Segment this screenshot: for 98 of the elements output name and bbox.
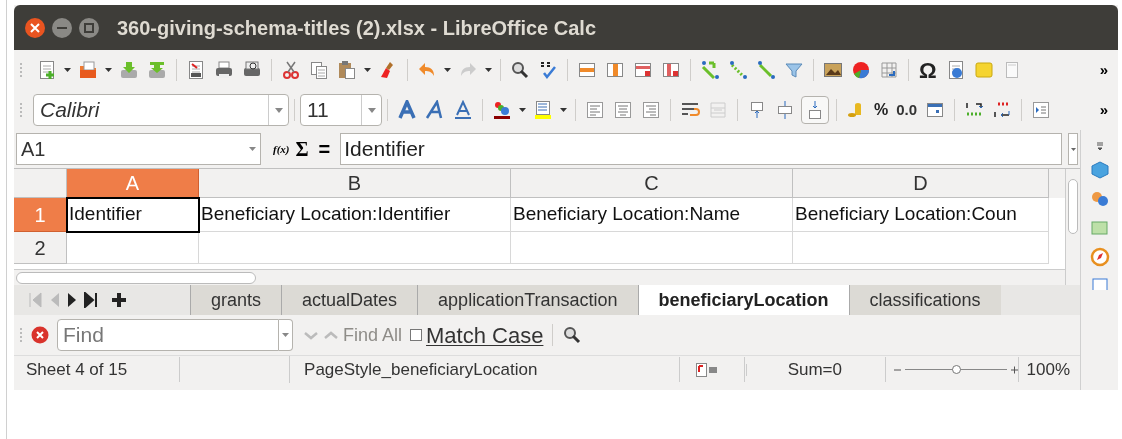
zoom-in-icon[interactable]: [1010, 365, 1018, 374]
merge-cells-icon[interactable]: [708, 100, 728, 120]
font-name-field[interactable]: Calibri: [33, 94, 289, 126]
font-color-icon[interactable]: [492, 100, 512, 120]
column-header[interactable]: B: [199, 169, 511, 198]
pdf-document-icon[interactable]: [186, 60, 206, 80]
highlight-color-icon[interactable]: [533, 100, 553, 120]
font-italic-icon[interactable]: [425, 100, 445, 120]
dropdown-caret-icon[interactable]: [105, 68, 112, 72]
new-spreadsheet-icon[interactable]: [37, 60, 57, 80]
close-icon[interactable]: [24, 16, 46, 39]
page-style-label: PageStyle_beneficiaryLocation: [290, 356, 681, 383]
spellcheck-icon[interactable]: [538, 60, 558, 80]
column-header[interactable]: D: [793, 169, 1049, 198]
copy-icon[interactable]: [309, 60, 329, 80]
table-cell: Beneficiary Location:Identifier: [199, 198, 511, 232]
dropdown-caret-icon: [282, 333, 289, 337]
align-center-icon[interactable]: [613, 100, 633, 120]
dropdown-caret-icon[interactable]: [560, 108, 567, 112]
window-title: 360-giving-schema-titles (2).xlsx - LibreOffice Calc: [117, 15, 597, 41]
formula-input[interactable]: Identifier: [340, 133, 1062, 165]
last-sheet-icon[interactable]: [84, 292, 98, 308]
zoom-percent-label[interactable]: 100%: [1017, 356, 1080, 383]
sheet-tab[interactable]: actualDates: [281, 285, 418, 315]
column-header[interactable]: C: [511, 169, 793, 198]
sort-ascending-icon[interactable]: [700, 60, 720, 80]
sort-icon[interactable]: [756, 60, 776, 80]
toggle-button[interactable]: [801, 96, 829, 124]
horizontal-scrollbar[interactable]: [16, 271, 256, 284]
align-right-icon[interactable]: [641, 100, 661, 120]
table-cell: Identifier: [67, 198, 199, 232]
zoom-slider[interactable]: [894, 363, 1018, 376]
properties-cube-icon[interactable]: [1089, 160, 1110, 180]
folder-icon[interactable]: [78, 60, 98, 80]
name-box[interactable]: A1: [16, 133, 261, 165]
next-sheet-icon[interactable]: [66, 292, 78, 308]
paste-icon[interactable]: [337, 60, 357, 80]
compass-icon[interactable]: [1089, 247, 1110, 267]
dropdown-caret-icon[interactable]: [485, 68, 492, 72]
decimal-format-button[interactable]: 0.0: [896, 98, 918, 122]
dropdown-caret-icon: [367, 107, 376, 113]
calendar-icon[interactable]: [925, 100, 946, 120]
insert-row-icon[interactable]: [577, 60, 597, 80]
row-header[interactable]: 2: [14, 232, 67, 264]
zoom-slider-thumb[interactable]: [951, 365, 961, 374]
save-icon[interactable]: [119, 60, 139, 80]
sum-button[interactable]: Σ: [295, 134, 309, 164]
sheet-tab[interactable]: grants: [190, 285, 282, 315]
dropdown-caret-icon[interactable]: [364, 68, 371, 72]
toolbar-overflow-button[interactable]: »: [1099, 98, 1108, 122]
font-size-field[interactable]: 11: [300, 94, 382, 126]
delete-row-icon[interactable]: [633, 60, 653, 80]
insert-column-icon[interactable]: [605, 60, 625, 80]
table-cell: Beneficiary Location:Coun: [793, 198, 1049, 232]
table-cell: Beneficiary Location:Name: [511, 198, 793, 232]
font-underline-icon[interactable]: [453, 100, 473, 120]
delete-column-icon[interactable]: [661, 60, 681, 80]
vertical-scrollbar[interactable]: [1065, 169, 1080, 285]
scissors-icon[interactable]: [281, 60, 301, 80]
sheet-tab[interactable]: classifications: [848, 285, 1001, 315]
font-bold-icon[interactable]: [397, 100, 417, 120]
find-field[interactable]: Find: [57, 319, 279, 351]
dropdown-caret-icon[interactable]: [444, 68, 451, 72]
sidebar-menu-icon[interactable]: [1095, 142, 1104, 151]
styles-icon[interactable]: [1089, 189, 1110, 209]
toolbar-overflow-button[interactable]: »: [1099, 58, 1108, 82]
pie-chart-icon[interactable]: [851, 60, 871, 80]
sheet-tab[interactable]: beneficiaryLocation: [637, 285, 849, 315]
align-left-icon[interactable]: [585, 100, 605, 120]
increase-indent-icon[interactable]: [1031, 100, 1052, 120]
special-character-button[interactable]: Ω: [919, 53, 937, 87]
find-history-dropdown[interactable]: [279, 319, 293, 351]
picture-icon[interactable]: [823, 60, 843, 80]
document-modified-icon[interactable]: [694, 361, 708, 378]
formula-button[interactable]: =: [318, 134, 331, 164]
minimize-icon[interactable]: [51, 16, 73, 39]
delete-decimal-icon[interactable]: [992, 100, 1013, 120]
expand-caret-icon[interactable]: [1070, 147, 1076, 151]
sort-descending-icon[interactable]: [728, 60, 748, 80]
dropdown-caret-icon[interactable]: [519, 108, 526, 112]
funnel-icon[interactable]: [784, 60, 804, 80]
percent-format-button[interactable]: %: [874, 98, 889, 122]
sum-label: Sum=0: [743, 356, 887, 383]
add-sheet-icon[interactable]: [110, 291, 128, 309]
sheet-tab[interactable]: applicationTransaction: [417, 285, 638, 315]
align-middle-icon[interactable]: [775, 100, 795, 120]
function-wizard-button[interactable]: f(x): [273, 140, 290, 158]
find-and-replace-icon[interactable]: [562, 325, 583, 345]
pivot-table-icon[interactable]: [879, 60, 899, 80]
save-as-icon[interactable]: [147, 60, 167, 80]
match-case-checkbox[interactable]: [410, 329, 423, 341]
close-icon[interactable]: [31, 326, 49, 344]
sheet-position-label: Sheet 4 of 15: [14, 356, 180, 383]
dropdown-caret-icon: [274, 107, 283, 113]
dropdown-caret-icon[interactable]: [64, 68, 71, 72]
match-case-label[interactable]: Match Case: [426, 318, 544, 352]
maximize-icon[interactable]: [78, 16, 100, 39]
dropdown-caret-icon: [248, 147, 256, 151]
